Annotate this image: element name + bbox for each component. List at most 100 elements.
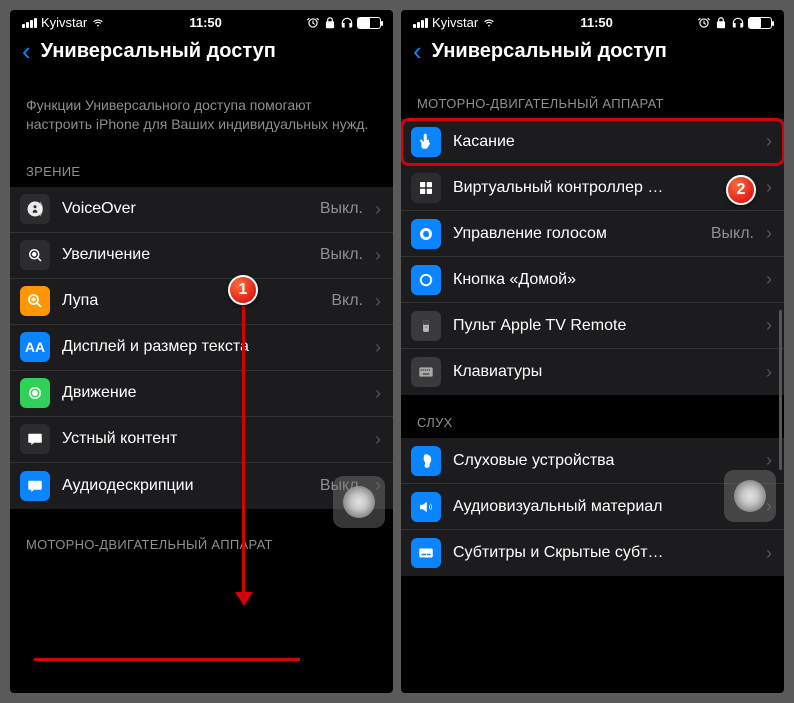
row-label: Слуховые устройства [453, 452, 754, 470]
assistive-touch-button[interactable] [333, 476, 385, 528]
row-motion[interactable]: Движение › [10, 371, 393, 417]
page-title: Универсальный доступ [432, 40, 667, 63]
callout-underline [34, 658, 300, 661]
chevron-right-icon: › [375, 337, 381, 358]
back-button[interactable]: ‹ [413, 38, 422, 64]
chevron-right-icon: › [766, 223, 772, 244]
row-label: Движение [62, 384, 363, 402]
callout-arrow [242, 305, 245, 595]
row-keyboard[interactable]: Клавиатуры › [401, 349, 784, 395]
section-hearing-header: СЛУХ [401, 395, 784, 438]
status-bar: Kyivstar 11:50 [10, 10, 393, 32]
text-size-icon: AA [20, 332, 50, 362]
ear-icon [411, 446, 441, 476]
nav-header: ‹ Универсальный доступ [401, 32, 784, 76]
row-value: Выкл. [320, 246, 363, 264]
clock-label: 11:50 [189, 15, 222, 30]
keyboard-icon [411, 357, 441, 387]
alarm-icon [697, 16, 711, 30]
callout-badge-2: 2 [726, 175, 756, 205]
nav-header: ‹ Универсальный доступ [10, 32, 393, 76]
tv-remote-icon [411, 311, 441, 341]
row-label: Лупа [62, 292, 319, 310]
chevron-right-icon: › [375, 383, 381, 404]
row-value: Выкл. [320, 200, 363, 218]
row-label: Пульт Apple TV Remote [453, 317, 754, 335]
motion-icon [20, 378, 50, 408]
chevron-right-icon: › [766, 131, 772, 152]
section-vision-header: ЗРЕНИЕ [10, 144, 393, 187]
row-touch[interactable]: Касание › [401, 119, 784, 165]
zoom-icon [20, 240, 50, 270]
signal-icon [413, 18, 428, 28]
row-spoken[interactable]: Устный контент › [10, 417, 393, 463]
row-label: VoiceOver [62, 200, 308, 218]
carrier-label: Kyivstar [432, 15, 478, 30]
row-zoom[interactable]: Увеличение Выкл. › [10, 233, 393, 279]
row-subtitles[interactable]: Субтитры и Скрытые субт… › [401, 530, 784, 576]
subtitles-icon [411, 538, 441, 568]
magnifier-icon [20, 286, 50, 316]
phone-screen-right: Kyivstar 11:50 ‹ Универсальный доступ МО… [401, 10, 784, 693]
row-home[interactable]: Кнопка «Домой» › [401, 257, 784, 303]
audiodescription-icon [20, 471, 50, 501]
headphones-icon [731, 16, 745, 30]
row-label: Клавиатуры [453, 363, 754, 381]
touch-icon [411, 127, 441, 157]
chevron-right-icon: › [766, 315, 772, 336]
speech-icon [20, 424, 50, 454]
row-value: Вкл. [331, 292, 363, 310]
chevron-right-icon: › [766, 543, 772, 564]
row-label: Увеличение [62, 246, 308, 264]
phone-screen-left: Kyivstar 11:50 ‹ Универсальный доступ Фу… [10, 10, 393, 693]
row-label: Аудиовизуальный материал [453, 498, 754, 516]
row-voiceover[interactable]: VoiceOver Выкл. › [10, 187, 393, 233]
intro-text: Функции Универсального доступа помогают … [10, 76, 393, 144]
row-label: Управление голосом [453, 225, 699, 243]
row-label: Устный контент [62, 430, 363, 448]
row-label: Дисплей и размер текста [62, 338, 363, 356]
chevron-right-icon: › [766, 450, 772, 471]
row-voice[interactable]: Управление голосом Выкл. › [401, 211, 784, 257]
home-button-icon [411, 265, 441, 295]
signal-icon [22, 18, 37, 28]
alarm-icon [306, 16, 320, 30]
row-label: Касание [453, 133, 754, 151]
motor-list: Касание › Виртуальный контроллер … › Упр… [401, 119, 784, 395]
page-title: Универсальный доступ [41, 40, 276, 63]
lock-icon [323, 16, 337, 30]
wifi-icon [482, 16, 496, 30]
carrier-label: Kyivstar [41, 15, 87, 30]
clock-label: 11:50 [580, 15, 613, 30]
row-magnifier[interactable]: Лупа Вкл. › [10, 279, 393, 325]
battery-icon [357, 17, 381, 29]
wifi-icon [91, 16, 105, 30]
row-label: Субтитры и Скрытые субт… [453, 544, 754, 562]
row-tv[interactable]: Пульт Apple TV Remote › [401, 303, 784, 349]
battery-icon [748, 17, 772, 29]
voiceover-icon [20, 194, 50, 224]
row-label: Виртуальный контроллер … [453, 179, 754, 197]
chevron-right-icon: › [375, 429, 381, 450]
chevron-right-icon: › [766, 177, 772, 198]
chevron-right-icon: › [375, 291, 381, 312]
lock-icon [714, 16, 728, 30]
vision-list: VoiceOver Выкл. › Увеличение Выкл. › Луп… [10, 187, 393, 509]
row-label: Аудиодескрипции [62, 477, 308, 495]
chevron-right-icon: › [375, 199, 381, 220]
row-display[interactable]: AA Дисплей и размер текста › [10, 325, 393, 371]
row-label: Кнопка «Домой» [453, 271, 754, 289]
speaker-icon [411, 492, 441, 522]
switch-control-icon [411, 173, 441, 203]
assistive-touch-button[interactable] [724, 470, 776, 522]
chevron-right-icon: › [766, 362, 772, 383]
status-bar: Kyivstar 11:50 [401, 10, 784, 32]
row-value: Выкл. [711, 225, 754, 243]
back-button[interactable]: ‹ [22, 38, 31, 64]
scroll-indicator[interactable] [779, 310, 782, 470]
chevron-right-icon: › [766, 269, 772, 290]
section-motor-header: МОТОРНО-ДВИГАТЕЛЬНЫЙ АППАРАТ [401, 76, 784, 119]
callout-badge-1: 1 [228, 275, 258, 305]
headphones-icon [340, 16, 354, 30]
callout-arrow-head [235, 592, 253, 606]
